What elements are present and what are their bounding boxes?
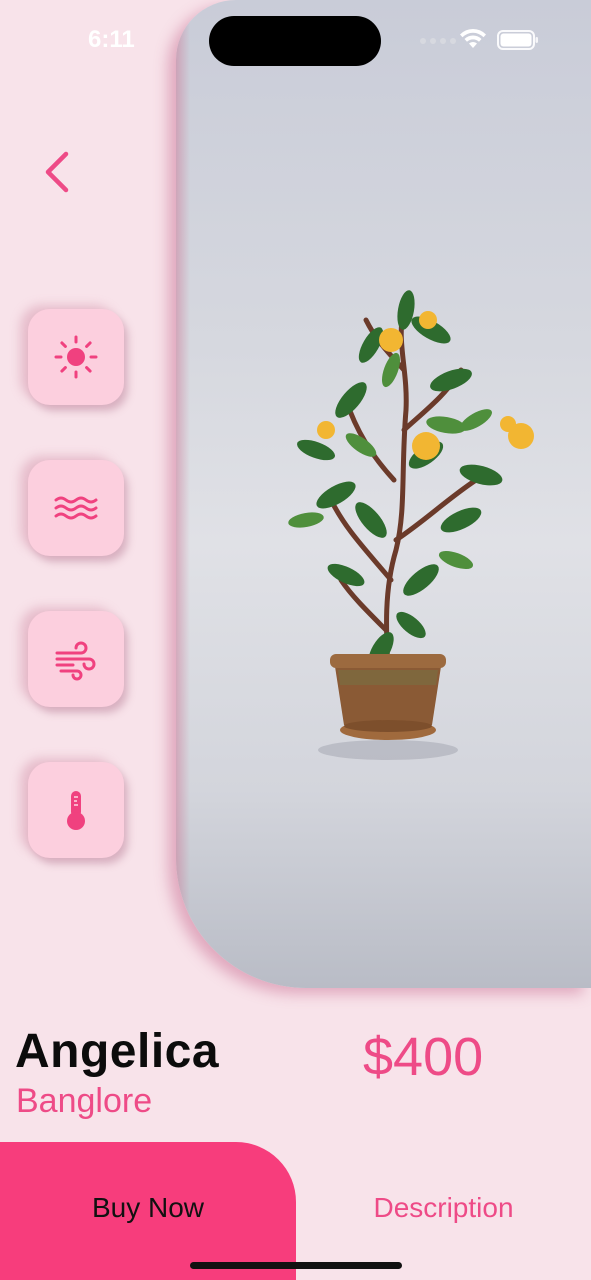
status-bar: 6:11 [0, 0, 591, 80]
water-waves-icon [54, 496, 98, 520]
thermometer-icon [67, 791, 85, 830]
wifi-icon [460, 28, 486, 48]
plant-image [176, 0, 591, 988]
back-button[interactable] [36, 148, 80, 196]
buy-now-button[interactable]: Buy Now [0, 1142, 296, 1280]
dynamic-island [209, 16, 381, 66]
home-indicator [190, 1262, 402, 1269]
cellular-signal-icon [420, 38, 456, 44]
chevron-left-icon [45, 151, 69, 193]
status-time: 6:11 [88, 26, 135, 53]
description-tab[interactable]: Description [296, 1142, 591, 1280]
sunlight-button[interactable] [28, 309, 124, 405]
water-button[interactable] [28, 460, 124, 556]
wind-button[interactable] [28, 611, 124, 707]
product-location: Banglore [16, 1082, 153, 1120]
product-name: Angelica [15, 1025, 220, 1078]
product-price: $400 [363, 1027, 484, 1087]
wind-icon [55, 641, 96, 681]
buy-now-label: Buy Now [91, 1192, 205, 1223]
description-label: Description [373, 1192, 514, 1223]
plant-illustration [288, 290, 534, 760]
battery-icon [497, 30, 538, 50]
temperature-button[interactable] [28, 762, 124, 858]
sun-icon [54, 335, 98, 379]
